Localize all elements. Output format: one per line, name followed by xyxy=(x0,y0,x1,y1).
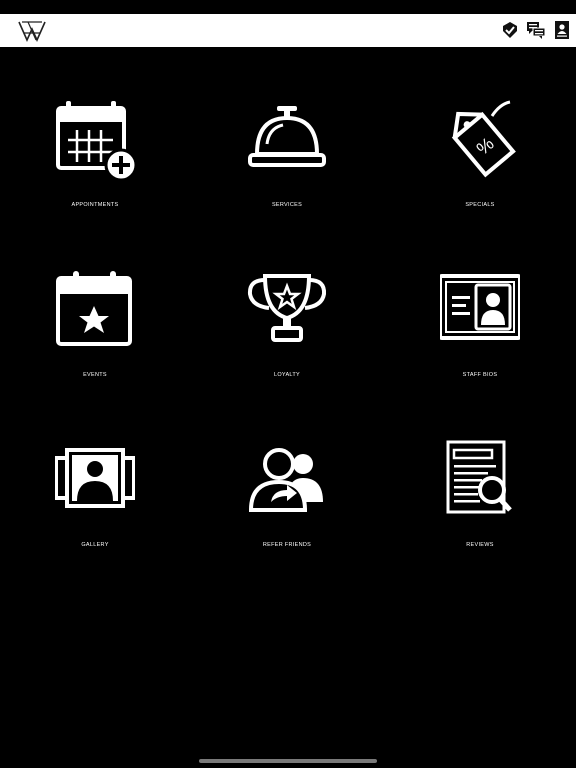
menu-item-label: SERVICES xyxy=(271,202,303,208)
id-card-icon xyxy=(440,274,520,340)
menu-item-loyalty[interactable]: LOYALTY xyxy=(207,270,367,410)
document-search-icon xyxy=(446,440,512,514)
menu-item-appointments[interactable]: APPOINTMENTS xyxy=(15,100,175,240)
menu-item-label: SPECIALS xyxy=(465,202,495,208)
refer-friends-icon xyxy=(248,448,323,512)
menu-item-label: REVIEWS xyxy=(466,542,494,548)
price-tag-icon: % xyxy=(451,100,516,178)
menu-item-label: EVENTS xyxy=(83,372,107,378)
brand-logo-icon[interactable] xyxy=(16,19,48,43)
badge-check-icon[interactable] xyxy=(500,20,520,40)
menu-item-gallery[interactable]: GALLERY xyxy=(15,440,175,580)
menu-item-label: REFER FRIENDS xyxy=(262,542,312,548)
menu-item-label: APPOINTMENTS xyxy=(71,202,119,208)
photo-gallery-icon xyxy=(55,448,135,508)
menu-item-reviews[interactable]: REVIEWS xyxy=(400,440,560,580)
top-navigation-bar xyxy=(0,14,576,47)
chat-bubbles-icon[interactable] xyxy=(526,20,546,40)
svg-text:%: % xyxy=(473,133,498,159)
menu-item-services[interactable]: SERVICES xyxy=(207,100,367,240)
calendar-star-icon xyxy=(56,271,132,346)
calendar-add-icon xyxy=(56,101,135,180)
home-indicator[interactable] xyxy=(199,759,377,763)
menu-item-events[interactable]: EVENTS xyxy=(15,270,175,410)
menu-item-refer-friends[interactable]: REFER FRIENDS xyxy=(207,440,367,580)
menu-item-label: LOYALTY xyxy=(273,372,301,378)
trophy-icon xyxy=(247,274,327,342)
contact-card-icon[interactable] xyxy=(552,20,572,40)
service-bell-icon xyxy=(248,106,326,167)
menu-item-specials[interactable]: % SPECIALS xyxy=(400,100,560,240)
menu-item-label: GALLERY xyxy=(81,542,109,548)
status-bar xyxy=(0,0,576,14)
menu-item-staff-bios[interactable]: STAFF BIOS xyxy=(400,270,560,410)
menu-item-label: STAFF BIOS xyxy=(462,372,498,378)
